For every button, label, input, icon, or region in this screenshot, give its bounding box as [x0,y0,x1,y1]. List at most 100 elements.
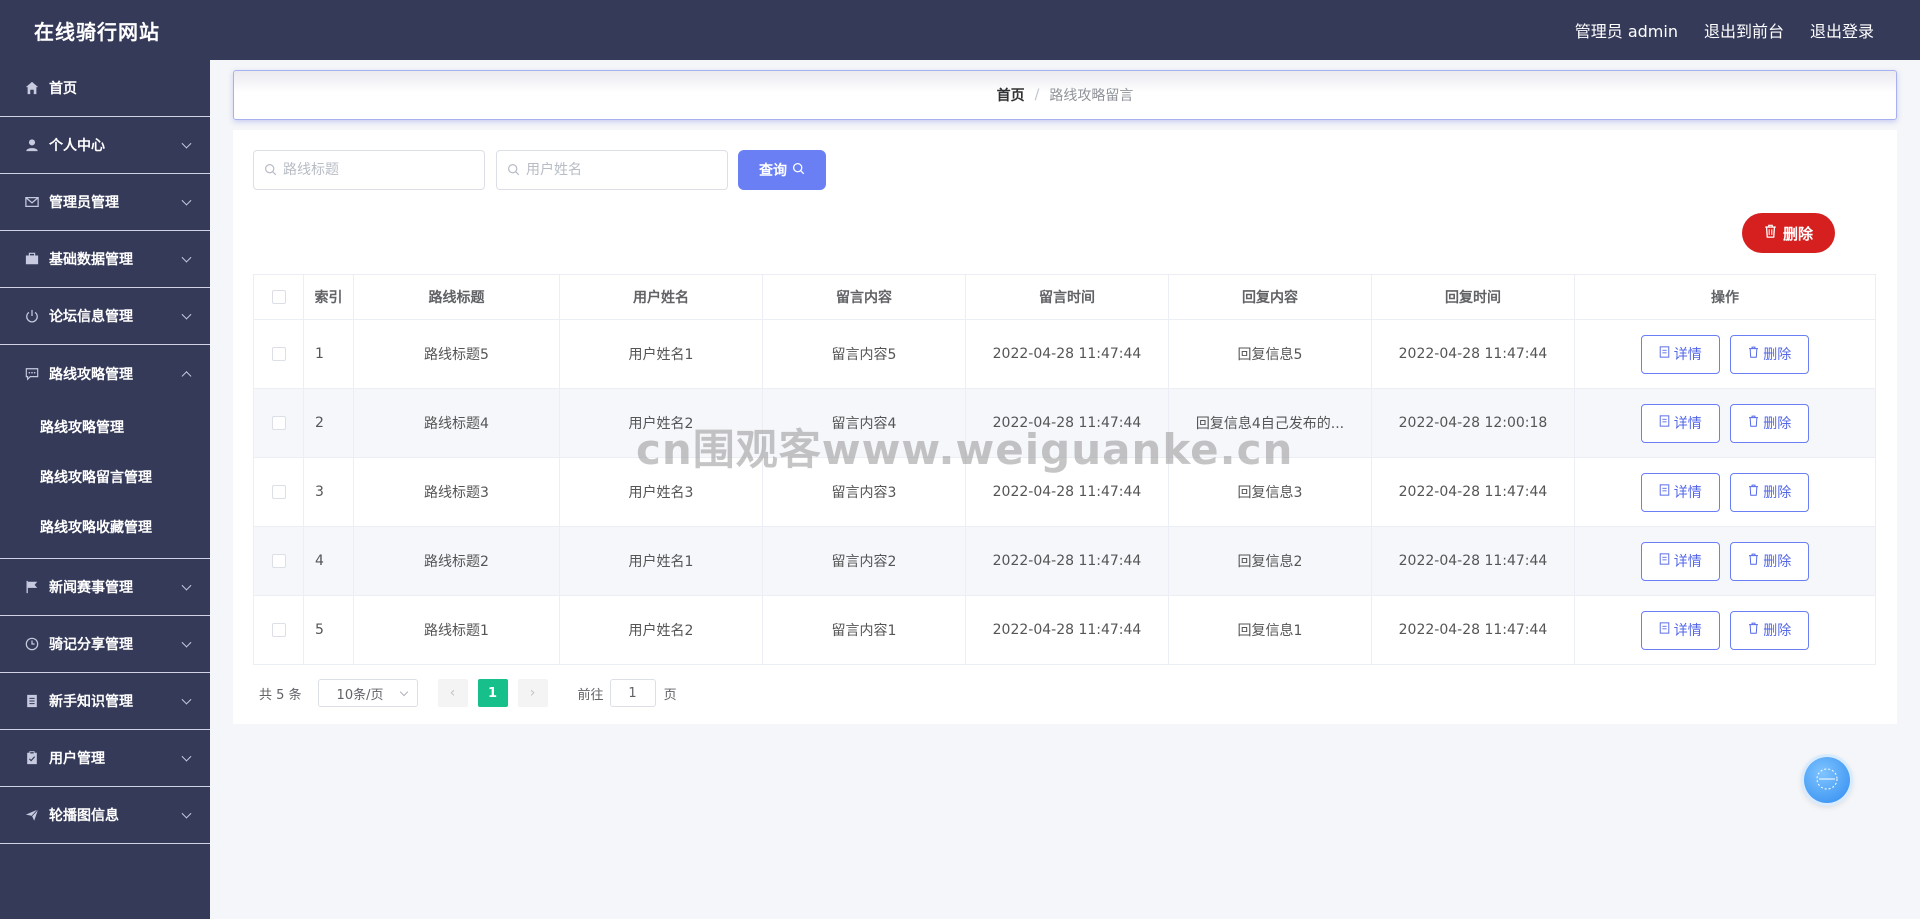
row-delete-label: 删除 [1763,623,1792,639]
table-row: 5 路线标题1 用户姓名2 留言内容1 2022-04-28 11:47:44 … [253,595,1876,665]
row-checkbox[interactable] [271,416,286,430]
sidebar-item-base-data[interactable]: 基础数据管理 [0,231,210,288]
row-actions: 详情 删除 [1574,526,1876,596]
detail-label: 详情 [1673,416,1702,432]
row-content: 留言内容1 [762,595,966,665]
sidebar-item-newbie-knowledge[interactable]: 新手知识管理 [0,673,210,730]
row-reply: 回复信息4自己发布的... [1168,388,1372,458]
sidebar-item-label: 路线攻略管理 [49,366,133,383]
row-select-cell [253,595,304,665]
row-select-cell [253,457,304,527]
sidebar-item-ride-share[interactable]: 骑记分享管理 [0,616,210,673]
prev-page-button[interactable]: ‹ [437,679,468,707]
breadcrumb-home[interactable]: 首页 [997,85,1025,105]
sidebar-item-user-management[interactable]: 用户管理 [0,730,210,787]
select-all-checkbox[interactable] [271,290,286,304]
sidebar-item-home[interactable]: 首页 [0,60,210,117]
column-header: 回复内容 [1168,274,1372,320]
row-delete-button[interactable]: 删除 [1730,541,1810,581]
sidebar-item-label: 基础数据管理 [49,252,133,268]
chevron-left-icon: ‹ [449,685,456,701]
document-icon [24,693,40,709]
batch-delete-label: 删除 [1782,225,1813,243]
sidebar-item-label: 骑记分享管理 [49,637,133,653]
row-user: 用户姓名2 [559,595,763,665]
row-checkbox[interactable] [271,347,286,361]
column-header: 回复时间 [1371,274,1575,320]
column-header: 索引 [303,274,354,320]
sidebar-item-carousel[interactable]: 轮播图信息 [0,787,210,844]
row-checkbox[interactable] [271,623,286,637]
row-content: 留言内容3 [762,457,966,527]
top-header: 在线骑行网站 管理员 admin 退出到前台 退出登录 [0,0,1920,60]
content-card: 查询 删除 索引 路线标题 用户姓名 留言内容 留言时间 回复内容 回复时间 操 [233,130,1897,724]
detail-button[interactable]: 详情 [1640,472,1720,512]
exit-to-front-link[interactable]: 退出到前台 [1704,18,1784,42]
detail-button[interactable]: 详情 [1640,334,1720,374]
table-header-row: 索引 路线标题 用户姓名 留言内容 留言时间 回复内容 回复时间 操作 [253,274,1876,320]
row-reply: 回复信息5 [1168,319,1372,389]
trash-icon [1764,224,1777,242]
row-checkbox[interactable] [271,485,286,499]
table-row: 3 路线标题3 用户姓名3 留言内容3 2022-04-28 11:47:44 … [253,457,1876,527]
page-number-current[interactable]: 1 [477,679,508,707]
column-header: 路线标题 [353,274,560,320]
home-icon [24,80,40,96]
batch-delete-button[interactable]: 删除 [1742,213,1835,253]
sidebar-item-forum[interactable]: 论坛信息管理 [0,288,210,345]
row-delete-button[interactable]: 删除 [1730,472,1810,512]
row-delete-button[interactable]: 删除 [1730,334,1810,374]
sidebar-item-label: 用户管理 [49,751,105,767]
floating-action-button[interactable] [1804,757,1850,803]
goto-page-input[interactable]: 1 [609,679,656,707]
page-size-value: 10条/页 [336,687,384,703]
row-user: 用户姓名1 [559,319,763,389]
row-checkbox[interactable] [271,554,286,568]
row-delete-button[interactable]: 删除 [1730,403,1810,443]
column-header: 操作 [1574,274,1876,320]
route-title-search[interactable] [253,150,485,190]
goto-prefix: 前往 [577,687,604,703]
detail-label: 详情 [1673,554,1702,570]
user-name-search[interactable] [496,150,728,190]
admin-label: 管理员 admin [1574,22,1678,41]
sidebar-item-personal-center[interactable]: 个人中心 [0,117,210,174]
table-row: 1 路线标题5 用户姓名1 留言内容5 2022-04-28 11:47:44 … [253,319,1876,389]
trash-icon [1748,346,1759,362]
submenu-route-guide-favorites[interactable]: 路线攻略收藏管理 [0,502,210,552]
compass-icon [1814,766,1840,795]
sidebar-item-admin-management[interactable]: 管理员管理 [0,174,210,231]
breadcrumb: 首页 / 路线攻略留言 [233,70,1897,120]
select-all-cell [253,274,304,320]
detail-button[interactable]: 详情 [1640,541,1720,581]
user-name-input[interactable] [526,162,716,178]
logout-link[interactable]: 退出登录 [1810,18,1874,42]
detail-button[interactable]: 详情 [1640,610,1720,650]
sidebar-item-news-events[interactable]: 新闻赛事管理 [0,559,210,616]
row-select-cell [253,526,304,596]
chevron-down-icon [181,580,192,591]
sidebar-item-label: 轮播图信息 [49,808,119,824]
submenu-route-guide-comments[interactable]: 路线攻略留言管理 [0,452,210,502]
chevron-down-icon [181,694,192,705]
next-page-button[interactable]: › [517,679,548,707]
chevron-down-icon [181,637,192,648]
page-size-select[interactable]: 10条/页 [317,679,418,707]
row-reply-time: 2022-04-28 11:47:44 [1371,319,1575,389]
header-actions: 管理员 admin 退出到前台 退出登录 [1575,18,1874,42]
row-actions: 详情 删除 [1574,319,1876,389]
submenu-route-guide-management[interactable]: 路线攻略管理 [0,402,210,452]
detail-label: 详情 [1673,485,1702,501]
row-time: 2022-04-28 11:47:44 [965,388,1169,458]
detail-button[interactable]: 详情 [1640,403,1720,443]
site-title: 在线骑行网站 [34,19,160,44]
row-delete-button[interactable]: 删除 [1730,610,1810,650]
query-button[interactable]: 查询 [738,150,826,190]
row-delete-label: 删除 [1763,554,1792,570]
sidebar-item-route-guide[interactable]: 路线攻略管理 [0,345,210,402]
route-title-input[interactable] [283,162,473,178]
row-time: 2022-04-28 11:47:44 [965,319,1169,389]
sidebar-item-label: 论坛信息管理 [49,309,133,325]
row-select-cell [253,319,304,389]
clipboard-icon [24,750,40,766]
